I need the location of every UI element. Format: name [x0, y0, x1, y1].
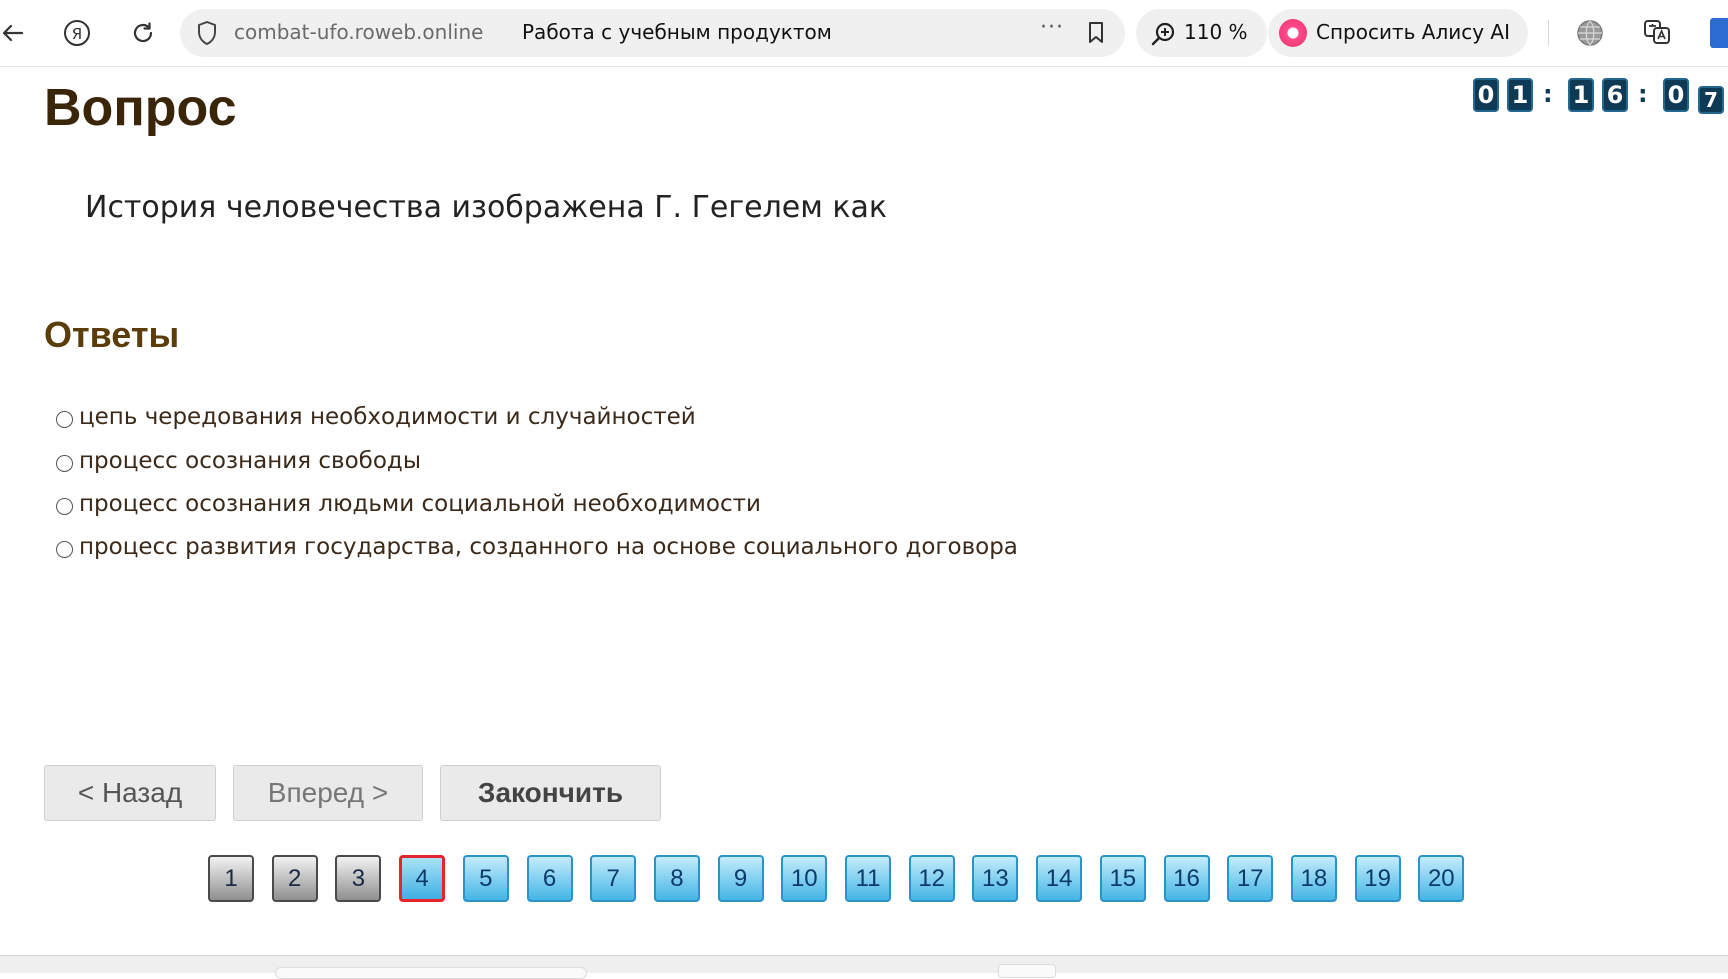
zoom-button[interactable]: 110 % — [1136, 9, 1267, 57]
page-button-9[interactable]: 9 — [717, 855, 764, 902]
toolbar-divider — [1548, 20, 1549, 46]
answer-text[interactable]: процесс осознания свободы — [79, 448, 421, 474]
page-button-14[interactable]: 14 — [1036, 855, 1083, 902]
bookmark-icon[interactable] — [1086, 21, 1106, 45]
forward-button[interactable]: Вперед > — [233, 765, 423, 821]
page-button-11[interactable]: 11 — [845, 855, 891, 902]
page-button-1[interactable]: 1 — [208, 855, 254, 902]
address-domain[interactable]: combat-ufo.roweb.online — [234, 20, 483, 44]
timer-hours-ones: 1 — [1507, 78, 1533, 112]
svg-text:Я: Я — [72, 25, 82, 43]
page-button-13[interactable]: 13 — [972, 855, 1019, 902]
timer-separator: : — [1638, 80, 1648, 108]
answer-option-1[interactable]: цепь чередования необходимости и случайн… — [56, 402, 696, 432]
timer-separator: : — [1543, 80, 1553, 108]
page-button-15[interactable]: 15 — [1099, 855, 1146, 902]
question-pagination: 1 2 3 4 5 6 7 8 9 10 11 12 13 14 15 16 17 18 19 20 — [0, 855, 1728, 905]
tab-shape — [275, 967, 587, 979]
question-heading: Вопрос — [44, 79, 237, 137]
ask-alice-button[interactable]: Спросить Алису AI — [1268, 9, 1528, 57]
bottom-bar — [0, 955, 1728, 979]
shield-icon[interactable] — [194, 19, 220, 47]
radio-button[interactable] — [56, 540, 73, 558]
page-button-2[interactable]: 2 — [271, 855, 318, 902]
page-button-10[interactable]: 10 — [781, 855, 828, 902]
radio-button[interactable] — [56, 497, 73, 515]
more-options-icon[interactable]: ··· — [1040, 15, 1064, 40]
page-button-4[interactable]: 4 — [399, 855, 446, 902]
finish-button[interactable]: Закончить — [440, 765, 661, 821]
address-bar[interactable]: combat-ufo.roweb.online Работа с учебным… — [180, 9, 1125, 57]
page-button-17[interactable]: 17 — [1227, 855, 1274, 902]
page-button-16[interactable]: 16 — [1163, 855, 1210, 902]
zoom-icon — [1150, 21, 1176, 47]
answer-option-3[interactable]: процесс осознания людьми социальной необ… — [56, 489, 761, 519]
answer-option-4[interactable]: процесс развития государства, созданного… — [56, 532, 1018, 562]
page-button-7[interactable]: 7 — [590, 855, 637, 902]
answers-heading: Ответы — [44, 314, 180, 355]
page-button-5[interactable]: 5 — [462, 855, 509, 902]
timer-seconds-ones: 7 — [1698, 86, 1724, 114]
address-page-title: Работа с учебным продуктом — [522, 20, 832, 44]
radio-button[interactable] — [56, 454, 73, 472]
answer-text[interactable]: цепь чередования необходимости и случайн… — [79, 404, 696, 430]
ask-alice-label: Спросить Алису AI — [1316, 20, 1510, 44]
answer-text[interactable]: процесс развития государства, созданного… — [79, 534, 1018, 560]
page-button-3[interactable]: 3 — [335, 855, 382, 902]
answer-option-2[interactable]: процесс осознания свободы — [56, 446, 421, 476]
back-arrow-icon[interactable] — [0, 14, 32, 52]
yandex-icon[interactable]: Я — [58, 14, 96, 52]
zoom-level: 110 % — [1184, 20, 1248, 44]
timer-minutes-ones: 6 — [1602, 78, 1628, 112]
answer-text[interactable]: процесс осознания людьми социальной необ… — [79, 491, 761, 517]
alice-icon — [1279, 19, 1307, 47]
globe-icon[interactable] — [1574, 17, 1606, 49]
timer-minutes-tens: 1 — [1568, 78, 1594, 112]
browser-toolbar: Я combat-ufo.roweb.online Работа с учебн… — [0, 0, 1728, 67]
page-button-12[interactable]: 12 — [908, 855, 955, 902]
radio-button[interactable] — [56, 410, 73, 428]
page-button-18[interactable]: 18 — [1290, 855, 1337, 902]
back-button[interactable]: < Назад — [44, 765, 216, 821]
tab-shape — [998, 964, 1056, 978]
page-button-20[interactable]: 20 — [1418, 855, 1465, 902]
page-button-8[interactable]: 8 — [653, 855, 700, 902]
question-text: История человечества изображена Г. Гегел… — [85, 190, 888, 225]
translate-icon[interactable] — [1641, 16, 1673, 48]
reload-icon[interactable] — [124, 14, 162, 52]
page-button-6[interactable]: 6 — [526, 855, 573, 902]
extension-icon[interactable] — [1710, 18, 1728, 48]
timer-seconds-tens: 0 — [1663, 78, 1689, 112]
page-button-19[interactable]: 19 — [1354, 855, 1401, 902]
timer-hours-tens: 0 — [1473, 78, 1499, 112]
